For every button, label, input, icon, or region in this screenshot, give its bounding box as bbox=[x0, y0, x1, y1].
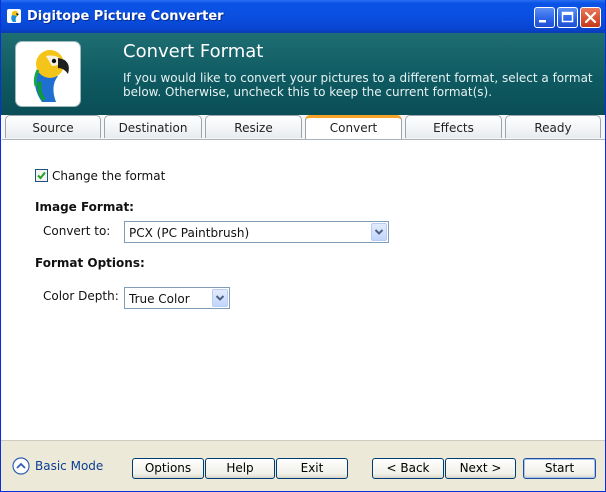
convert-to-value: PCX (PC Paintbrush) bbox=[129, 226, 250, 240]
tab-effects[interactable]: Effects bbox=[405, 115, 502, 138]
next-button[interactable]: Next > bbox=[445, 458, 516, 479]
options-button[interactable]: Options bbox=[132, 458, 204, 479]
tab-destination[interactable]: Destination bbox=[104, 115, 202, 138]
color-depth-select[interactable]: True Color bbox=[124, 287, 230, 309]
basic-mode-link[interactable]: Basic Mode bbox=[35, 459, 103, 473]
parrot-icon bbox=[7, 9, 21, 23]
chevron-up-circle-icon[interactable] bbox=[12, 457, 30, 475]
footer-bar: Basic Mode Options Help Exit < Back Next… bbox=[1, 440, 605, 491]
tab-source[interactable]: Source bbox=[5, 115, 101, 138]
convert-panel: Change the format Image Format: Convert … bbox=[2, 139, 605, 440]
convert-to-dropdown-button[interactable] bbox=[371, 223, 387, 241]
start-button[interactable]: Start bbox=[523, 458, 596, 479]
chevron-down-icon bbox=[215, 295, 225, 301]
header-banner: Convert Format If you would like to conv… bbox=[1, 33, 605, 115]
window-title: Digitope Picture Converter bbox=[27, 9, 224, 24]
tab-strip: Source Destination Resize Convert Effect… bbox=[1, 115, 605, 139]
help-button[interactable]: Help bbox=[205, 458, 275, 479]
tab-convert[interactable]: Convert bbox=[305, 115, 402, 139]
app-window: Digitope Picture Converter Convert Forma… bbox=[0, 0, 606, 492]
tab-resize[interactable]: Resize bbox=[205, 115, 302, 138]
app-logo bbox=[16, 42, 80, 106]
color-depth-label: Color Depth: bbox=[43, 289, 119, 303]
exit-button[interactable]: Exit bbox=[276, 458, 348, 479]
convert-to-select[interactable]: PCX (PC Paintbrush) bbox=[124, 221, 389, 243]
close-icon bbox=[584, 11, 597, 24]
title-bar[interactable]: Digitope Picture Converter bbox=[1, 0, 605, 33]
change-format-checkbox[interactable] bbox=[35, 169, 48, 182]
checkmark-icon bbox=[37, 171, 46, 180]
back-button[interactable]: < Back bbox=[372, 458, 444, 479]
color-depth-value: True Color bbox=[129, 292, 190, 306]
minimize-button[interactable] bbox=[534, 7, 555, 28]
format-options-heading: Format Options: bbox=[35, 256, 145, 270]
color-depth-dropdown-button[interactable] bbox=[212, 289, 228, 307]
parrot-icon bbox=[33, 50, 69, 102]
change-format-label[interactable]: Change the format bbox=[52, 169, 165, 183]
minimize-icon bbox=[539, 20, 546, 23]
tab-ready[interactable]: Ready bbox=[505, 115, 601, 138]
convert-to-label: Convert to: bbox=[43, 224, 111, 238]
page-title: Convert Format bbox=[123, 41, 264, 62]
maximize-button[interactable] bbox=[557, 7, 578, 28]
chevron-down-icon bbox=[374, 229, 384, 235]
image-format-heading: Image Format: bbox=[35, 200, 134, 214]
close-button[interactable] bbox=[580, 7, 601, 28]
page-description: If you would like to convert your pictur… bbox=[123, 71, 593, 99]
maximize-icon bbox=[561, 11, 574, 23]
